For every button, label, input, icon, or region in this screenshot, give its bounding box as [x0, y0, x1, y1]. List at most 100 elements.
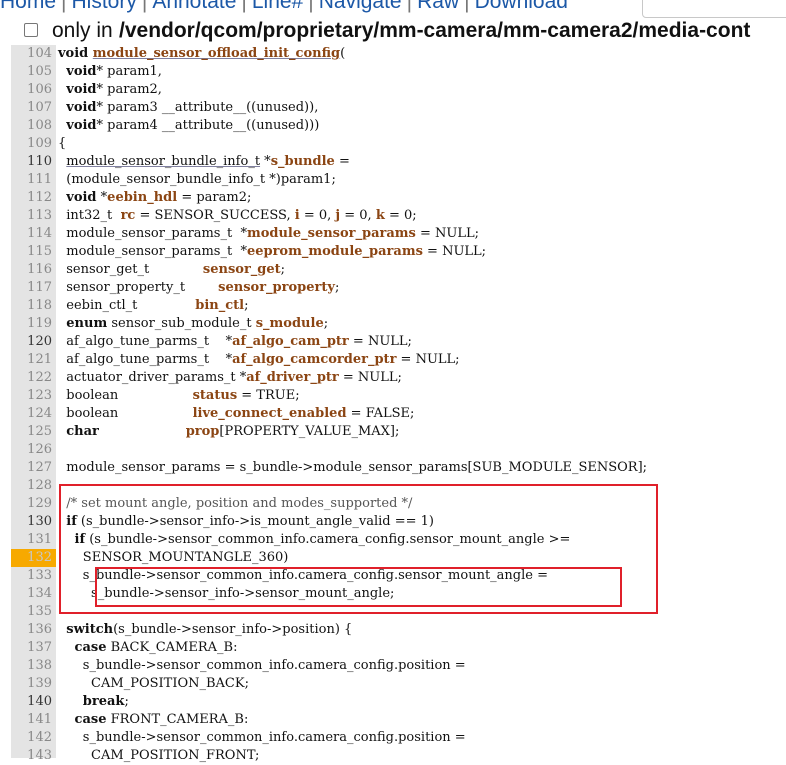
code-line: 124 boolean live_connect_enabled = FALSE… — [0, 405, 786, 423]
code-line: 111 (module_sensor_bundle_info_t *)param… — [0, 171, 786, 189]
line-number[interactable]: 121 — [11, 351, 56, 369]
nav-separator: | — [406, 0, 413, 13]
code-text: module_sensor_params_t *module_sensor_pa… — [58, 226, 480, 241]
line-number[interactable]: 107 — [11, 99, 56, 117]
code-text: af_algo_tune_parms_t *af_algo_cam_ptr = … — [58, 334, 412, 349]
line-number[interactable]: 104 — [11, 45, 56, 63]
code-text: af_algo_tune_parms_t *af_algo_camcorder_… — [58, 352, 460, 367]
nav-link-history[interactable]: History — [72, 0, 137, 13]
file-path: /vendor/qcom/proprietary/mm-camera/mm-ca… — [119, 19, 751, 42]
line-number[interactable]: 124 — [11, 405, 56, 423]
nav-link-download[interactable]: Download — [475, 0, 568, 13]
code-line: 115 module_sensor_params_t *eeprom_modul… — [0, 243, 786, 261]
line-number[interactable]: 141 — [11, 711, 56, 729]
line-number[interactable]: 132 — [11, 549, 56, 567]
code-line: 117 sensor_property_t sensor_property; — [0, 279, 786, 297]
code-text: void *eebin_hdl = param2; — [66, 190, 252, 205]
code-text: CAM_POSITION_FRONT; — [58, 748, 260, 763]
nav-separator: | — [61, 0, 67, 13]
line-number[interactable]: 106 — [11, 81, 56, 99]
code-line: 116 sensor_get_t sensor_get; — [0, 261, 786, 279]
line-number[interactable]: 114 — [11, 225, 56, 243]
nav-separator: | — [141, 0, 148, 13]
line-number[interactable]: 140 — [11, 693, 56, 711]
code-text: s_bundle->sensor_common_info.camera_conf… — [58, 730, 466, 745]
code-text: module_sensor_params = s_bundle->module_… — [58, 460, 648, 475]
nav-link-home[interactable]: Home — [0, 0, 56, 13]
line-number[interactable]: 137 — [11, 639, 56, 657]
code-text: void* param3 __attribute__((unused)), — [66, 100, 319, 115]
line-number[interactable]: 122 — [11, 369, 56, 387]
code-line: 119 enum sensor_sub_module_t s_module; — [0, 315, 786, 333]
line-number[interactable]: 117 — [11, 279, 56, 297]
line-number[interactable]: 128 — [11, 477, 56, 495]
line-number[interactable]: 113 — [11, 207, 56, 225]
line-number[interactable]: 112 — [11, 189, 56, 207]
line-number[interactable]: 133 — [11, 567, 56, 585]
code-text: void* param1, — [66, 64, 162, 79]
line-number[interactable]: 120 — [11, 333, 56, 351]
code-text: case FRONT_CAMERA_B: — [74, 712, 249, 727]
only-in-checkbox[interactable] — [24, 23, 38, 37]
line-number[interactable]: 130 — [11, 513, 56, 531]
line-number[interactable]: 111 — [11, 171, 56, 189]
code-text: boolean live_connect_enabled = FALSE; — [58, 406, 415, 421]
code-line: 120 af_algo_tune_parms_t *af_algo_cam_pt… — [0, 333, 786, 351]
line-number[interactable]: 136 — [11, 621, 56, 639]
code-view: 104 void module_sensor_offload_init_confi… — [0, 45, 786, 765]
nav-link-raw[interactable]: Raw — [417, 0, 459, 13]
code-text: s_bundle->sensor_common_info.camera_conf… — [58, 658, 466, 673]
line-number[interactable]: 134 — [11, 585, 56, 603]
line-number[interactable]: 126 — [11, 441, 56, 459]
annotation-box-inner — [95, 567, 622, 607]
code-text: eebin_ctl_t bin_ctl; — [58, 298, 249, 313]
code-line: 122 actuator_driver_params_t *af_driver_… — [0, 369, 786, 387]
code-text: sensor_property_t sensor_property; — [58, 280, 340, 295]
line-number[interactable]: 129 — [11, 495, 56, 513]
top-nav: Home | History | Annotate | Line# | Navigate | Raw… — [0, 0, 786, 18]
path-bar: only in /vendor/qcom/proprietary/mm-came… — [0, 19, 786, 45]
code-text: module_sensor_params_t *eeprom_module_pa… — [58, 244, 487, 259]
line-number[interactable]: 127 — [11, 459, 56, 477]
code-line: 142 s_bundle->sensor_common_info.camera_… — [0, 729, 786, 747]
search-input[interactable] — [642, 0, 786, 18]
line-number[interactable]: 115 — [11, 243, 56, 261]
line-number[interactable]: 105 — [11, 63, 56, 81]
nav-link-line[interactable]: Line# — [252, 0, 303, 13]
line-number[interactable]: 138 — [11, 657, 56, 675]
code-text: void module_sensor_offload_init_config( — [58, 46, 346, 61]
code-text: module_sensor_bundle_info_t *s_bundle = — [66, 154, 350, 169]
code-line: 141 case FRONT_CAMERA_B: — [0, 711, 786, 729]
line-number[interactable]: 116 — [11, 261, 56, 279]
code-line: 137 case BACK_CAMERA_B: — [0, 639, 786, 657]
line-number[interactable]: 108 — [11, 117, 56, 135]
code-text: case BACK_CAMERA_B: — [74, 640, 238, 655]
code-line: 136 switch(s_bundle->sensor_info->positi… — [0, 621, 786, 639]
code-line: 110 module_sensor_bundle_info_t *s_bundl… — [0, 153, 786, 171]
line-number[interactable]: 142 — [11, 729, 56, 747]
code-text: CAM_POSITION_BACK; — [58, 676, 249, 691]
line-number[interactable]: 139 — [11, 675, 56, 693]
code-line: 118 eebin_ctl_t bin_ctl; — [0, 297, 786, 315]
line-number[interactable]: 119 — [11, 315, 56, 333]
line-number[interactable]: 135 — [11, 603, 56, 621]
code-line: 109{ — [0, 135, 786, 153]
line-number[interactable]: 131 — [11, 531, 56, 549]
line-number[interactable]: 109 — [11, 135, 56, 153]
code-line: 127 module_sensor_params = s_bundle->mod… — [0, 459, 786, 477]
code-text: { — [58, 136, 67, 151]
line-number[interactable]: 118 — [11, 297, 56, 315]
code-line: 107 void* param3 __attribute__((unused))… — [0, 99, 786, 117]
code-text: void* param4 __attribute__((unused))) — [66, 118, 320, 133]
code-text: char prop[PROPERTY_VALUE_MAX]; — [66, 424, 400, 439]
code-line: 143 CAM_POSITION_FRONT; — [0, 747, 786, 765]
line-number[interactable]: 110 — [11, 153, 56, 171]
code-line: 121 af_algo_tune_parms_t *af_algo_camcor… — [0, 351, 786, 369]
line-number[interactable]: 123 — [11, 387, 56, 405]
nav-link-annotate[interactable]: Annotate — [152, 0, 236, 13]
code-line: 104 void module_sensor_offload_init_confi… — [0, 45, 786, 63]
line-number[interactable]: 125 — [11, 423, 56, 441]
code-line: 105 void* param1, — [0, 63, 786, 81]
nav-link-navigate[interactable]: Navigate — [319, 0, 402, 13]
line-number[interactable]: 143 — [11, 747, 56, 765]
